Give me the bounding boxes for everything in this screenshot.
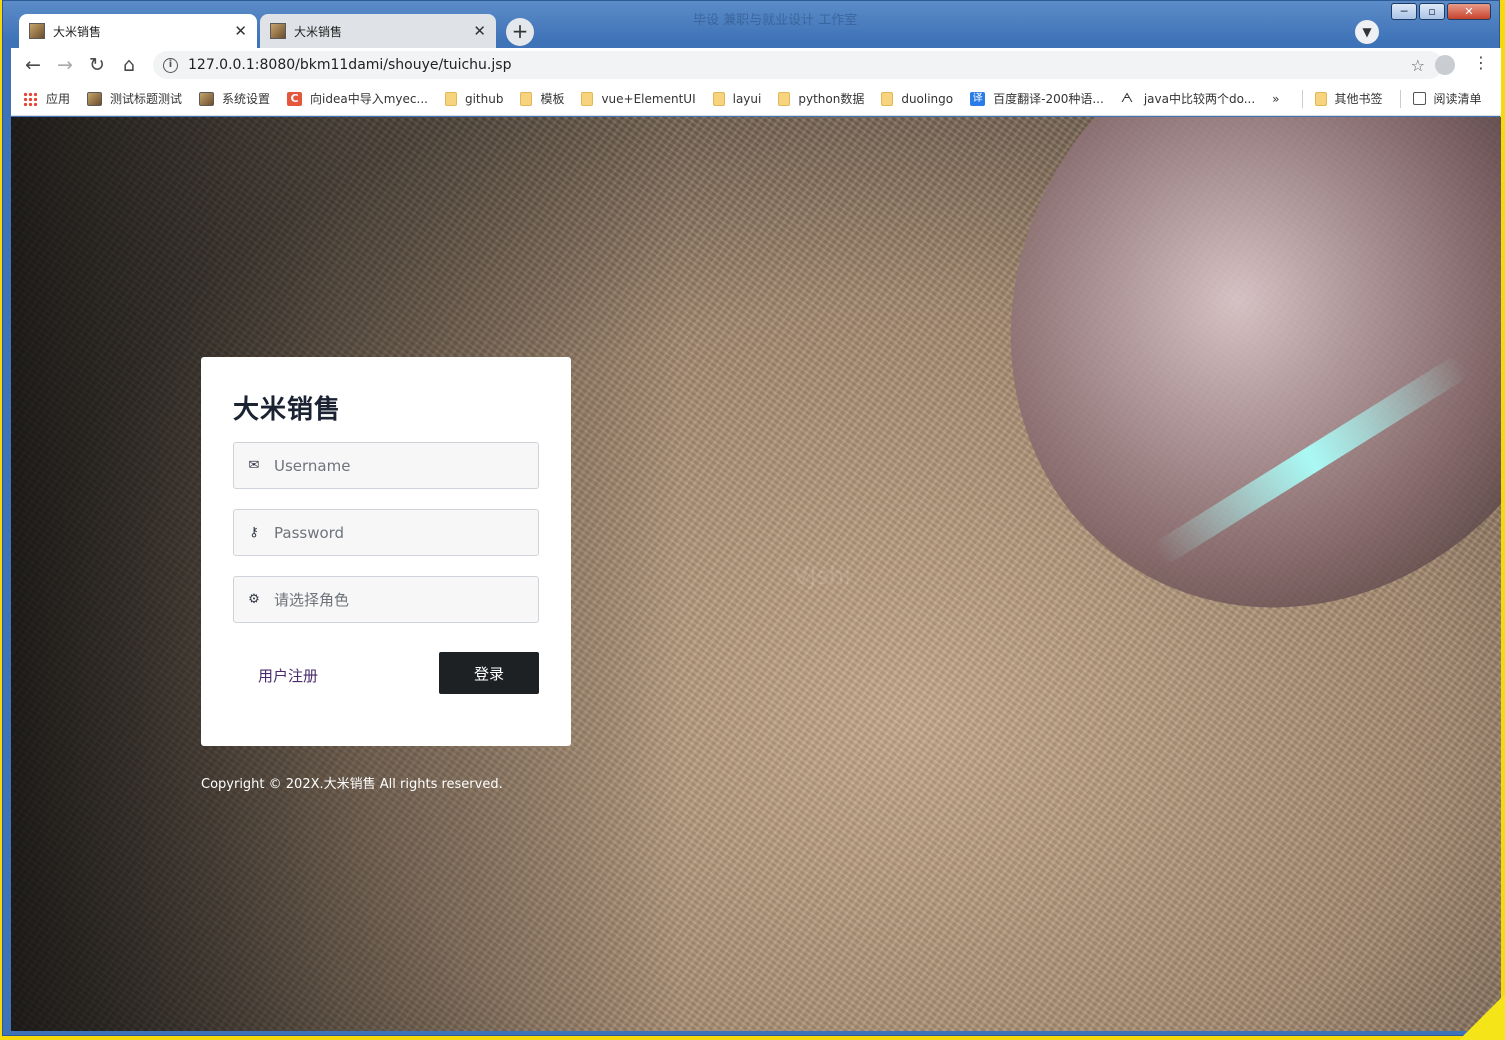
password-field[interactable]: ⚷ [233,509,539,556]
new-tab-button[interactable]: + [506,18,534,46]
folder-icon [712,91,725,106]
translate-icon: 译 [970,91,986,106]
forward-arrow-icon[interactable]: → [53,53,77,77]
folder-icon [520,91,533,106]
window-controls: ─ ▫ ✕ [1391,3,1491,20]
tab-close-icon[interactable]: ✕ [473,22,486,40]
browser-window: 毕设 兼职与就业设计 工作室 ─ ▫ ✕ 大米销售 ✕ 大米销售 ✕ + ▼ ←… [2,0,1501,1036]
password-input[interactable] [274,523,524,542]
bookmarks-overflow-button[interactable]: » [1272,92,1279,106]
reading-list-button[interactable]: 阅读清单 [1412,90,1482,107]
role-select-input[interactable] [274,590,524,609]
close-window-button[interactable]: ✕ [1447,3,1491,20]
bookmark-folder[interactable]: github [444,91,504,106]
site-info-icon[interactable]: i [163,57,178,73]
bookmark-item[interactable]: C 向idea中导入myec... [287,90,428,107]
bookmark-apps[interactable]: 应用 [23,90,70,107]
address-bar[interactable]: i 127.0.0.1:8080/bkm11dami/shouye/tuichu… [153,51,1443,79]
register-link[interactable]: 用户注册 [258,665,318,686]
home-icon[interactable]: ⌂ [117,53,141,77]
apps-grid-icon [23,91,38,106]
maximize-button[interactable]: ▫ [1419,3,1445,20]
browser-toolbar: ← → ↻ ⌂ i 127.0.0.1:8080/bkm11dami/shouy… [11,48,1501,82]
folder-icon [444,91,457,106]
tab-close-icon[interactable]: ✕ [234,22,247,40]
folder-icon [881,91,894,106]
browser-menu-icon[interactable]: ⋮ [1473,53,1489,72]
username-field[interactable]: ✉ [233,442,539,489]
tab-inactive[interactable]: 大米销售 ✕ [260,14,496,48]
bookmark-label: 系统设置 [222,92,271,106]
bookmark-label: 其他书签 [1334,92,1383,106]
bookmarks-divider [1301,89,1303,108]
bookmark-folder[interactable]: vue+ElementUI [581,91,696,106]
login-card: 大米销售 ✉ ⚷ ⚙ 用户注册 登录 [201,357,571,746]
watermark: VJshi [793,562,851,590]
url-text[interactable]: 127.0.0.1:8080/bkm11dami/shouye/tuichu.j… [188,57,511,73]
reload-icon[interactable]: ↻ [85,53,109,77]
bookmark-item[interactable]: 系统设置 [199,90,270,107]
bookmark-folder[interactable]: layui [712,91,762,106]
page-favicon-icon [199,91,215,106]
site-logo-icon: ᗅ [1120,90,1134,106]
bookmarks-divider [1399,89,1401,108]
bookmark-label: vue+ElementUI [601,91,696,106]
bookmark-star-icon[interactable]: ☆ [1411,56,1425,75]
folder-icon [1314,91,1327,106]
login-title: 大米销售 [233,395,342,425]
page-favicon-icon [87,91,103,106]
gears-icon: ⚙ [248,592,260,607]
tab-title: 大米销售 [53,24,102,39]
bookmark-label: java中比较两个do... [1143,92,1256,106]
bookmark-label: 模板 [540,92,565,106]
copyright-text: Copyright © 202X.大米销售 All rights reserve… [201,777,503,792]
bookmark-folder[interactable]: duolingo [881,91,954,106]
window-title: 毕设 兼职与就业设计 工作室 [693,13,858,28]
bookmark-label: python数据 [798,92,865,106]
page-favicon-icon [270,23,286,39]
tab-search-icon[interactable]: ▼ [1355,20,1379,44]
bookmark-label: duolingo [901,91,954,106]
corner-decoration [1459,994,1505,1040]
folder-icon [778,91,791,106]
bookmark-label: 测试标题测试 [110,92,183,106]
csdn-icon: C [287,91,303,106]
login-actions: 用户注册 登录 [233,652,539,694]
bookmark-label: 向idea中导入myec... [310,92,428,106]
login-button[interactable]: 登录 [439,652,539,694]
minimize-button[interactable]: ─ [1391,3,1417,20]
bookmark-item[interactable]: 译 百度翻译-200种语... [970,90,1104,107]
bookmark-item[interactable]: ᗅ java中比较两个do... [1121,90,1255,107]
bookmark-folder[interactable]: 模板 [520,90,564,107]
page-viewport: VJshi 大米销售 ✉ ⚷ ⚙ 用户注册 登录 Copyright © 202… [11,117,1501,1031]
role-select[interactable]: ⚙ [233,576,539,623]
bookmark-label: github [464,91,504,106]
bookmark-label: 百度翻译-200种语... [993,92,1104,106]
folder-icon [581,91,594,106]
tab-title: 大米销售 [294,24,343,39]
other-bookmarks-folder[interactable]: 其他书签 [1314,90,1383,107]
profile-avatar-icon[interactable] [1435,55,1455,75]
bookmark-label: 阅读清单 [1433,92,1482,106]
page-favicon-icon [29,23,45,39]
bookmark-label: layui [732,91,762,106]
envelope-icon: ✉ [248,458,260,473]
bookmarks-bar: 应用 测试标题测试 系统设置 C 向idea中导入myec... github … [11,82,1501,116]
reading-list-icon [1412,92,1426,105]
key-icon: ⚷ [249,525,259,540]
tab-active[interactable]: 大米销售 ✕ [19,14,257,48]
bookmark-folder[interactable]: python数据 [778,90,864,107]
username-input[interactable] [274,456,524,475]
back-arrow-icon[interactable]: ← [21,53,45,77]
bookmark-label: 应用 [46,92,71,106]
bookmark-item[interactable]: 测试标题测试 [87,90,182,107]
